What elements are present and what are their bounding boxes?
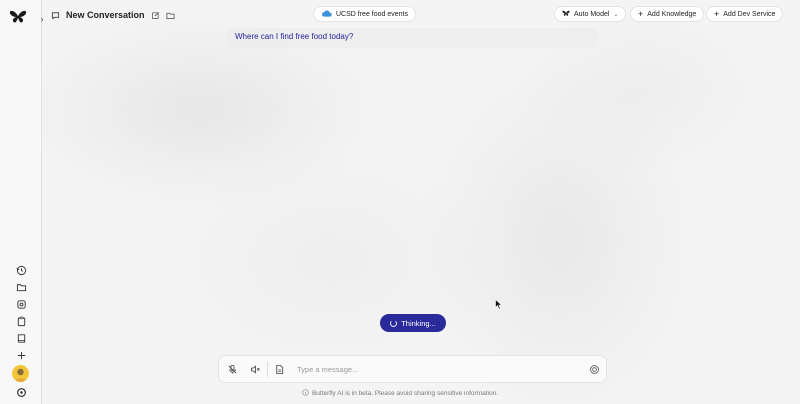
cloud-icon <box>321 9 332 19</box>
butterfly-logo-icon[interactable] <box>9 9 27 25</box>
send-icon[interactable] <box>589 364 600 375</box>
expand-sidebar-icon[interactable]: › <box>37 14 47 24</box>
beta-notice-text: Butterfly AI is in beta. Please avoid sh… <box>311 389 499 397</box>
folder-icon[interactable] <box>14 280 28 294</box>
thinking-label: Thinking... <box>401 318 436 328</box>
beta-notice: Butterfly AI is in beta. Please avoid sh… <box>0 388 800 398</box>
edit-icon[interactable] <box>151 11 160 20</box>
plus-icon: + <box>714 8 720 19</box>
spinner-icon <box>390 319 398 327</box>
microphone-off-icon[interactable] <box>227 364 238 375</box>
chat-bubble-icon <box>51 11 60 20</box>
clipboard-icon[interactable] <box>14 314 28 328</box>
topic-pill[interactable]: UCSD free food events <box>313 6 416 22</box>
plus-icon: + <box>638 8 644 19</box>
book-icon[interactable] <box>14 331 28 345</box>
speaker-mute-icon[interactable] <box>250 364 261 375</box>
add-dev-service-label: Add Dev Service <box>723 10 776 18</box>
folder-icon[interactable] <box>166 11 175 20</box>
sparkle-icon[interactable] <box>14 348 28 362</box>
butterfly-icon <box>562 10 570 19</box>
conversation-title: New Conversation <box>66 10 145 20</box>
mouse-cursor-icon <box>495 297 503 310</box>
conversation-header: New Conversation <box>51 8 175 22</box>
attach-file-icon[interactable] <box>274 364 285 375</box>
background <box>0 0 800 404</box>
settings-cog-icon[interactable] <box>14 297 28 311</box>
avatar[interactable] <box>12 365 29 382</box>
composer-divider <box>267 362 268 377</box>
info-icon <box>302 388 309 398</box>
message-composer <box>218 355 607 383</box>
user-message: Where can I find free food today? <box>226 28 598 48</box>
model-selector[interactable]: Auto Model ⌄ <box>554 6 627 22</box>
add-dev-service-button[interactable]: + Add Dev Service <box>706 6 784 22</box>
thinking-indicator: Thinking... <box>380 314 446 332</box>
user-message-text: Where can I find free food today? <box>235 32 354 41</box>
add-knowledge-button[interactable]: + Add Knowledge <box>630 6 705 22</box>
sidebar: › <box>0 0 44 404</box>
model-label: Auto Model <box>574 10 610 18</box>
history-icon[interactable] <box>14 263 28 277</box>
message-input[interactable] <box>297 361 577 378</box>
chevron-down-icon: ⌄ <box>613 11 619 18</box>
topic-pill-label: UCSD free food events <box>336 10 408 18</box>
add-knowledge-label: Add Knowledge <box>647 10 697 18</box>
